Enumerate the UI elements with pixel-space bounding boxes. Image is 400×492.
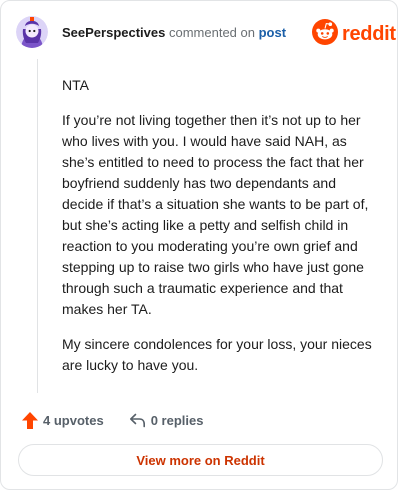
comment-paragraph: NTA: [62, 77, 89, 93]
reddit-brand-logo[interactable]: reddit: [312, 18, 396, 50]
comment-actions: 4 upvotes 0 replies: [17, 410, 203, 430]
reply-count: 0 replies: [150, 412, 204, 428]
comment-paragraph: If you’re not living together then it’s …: [62, 112, 369, 317]
comment-paragraph: My sincere condolences for your loss, yo…: [62, 336, 372, 373]
comment-embed-card: SeePerspectives commented on post reddit…: [0, 0, 398, 490]
username[interactable]: SeePerspectives: [62, 25, 165, 40]
comment-header: SeePerspectives commented on post: [62, 25, 286, 41]
thread-line: [37, 59, 38, 393]
view-more-button[interactable]: View more on Reddit: [18, 444, 383, 476]
reply-action[interactable]: 0 replies: [124, 412, 204, 428]
post-link[interactable]: post: [259, 25, 286, 40]
upvote-arrow-icon[interactable]: [22, 411, 38, 429]
comment-body: NTA If you’re not living together then i…: [62, 75, 380, 390]
upvote-action[interactable]: 4 upvotes: [17, 411, 104, 429]
reply-arrow-icon[interactable]: [129, 412, 146, 428]
action-text: commented on: [168, 25, 255, 40]
reddit-snoo-icon: [312, 18, 338, 50]
upvote-count: 4 upvotes: [43, 412, 104, 428]
reddit-wordmark: reddit: [342, 22, 396, 45]
avatar[interactable]: [16, 16, 48, 48]
